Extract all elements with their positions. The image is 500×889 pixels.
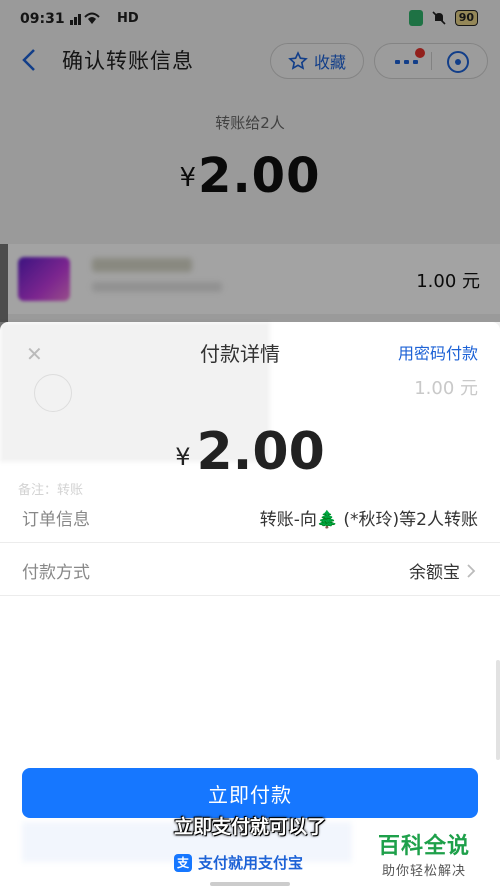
status-right-icons: 90 (408, 10, 478, 26)
ghost-avatar-circle (34, 374, 72, 412)
alipay-logo-icon: 支 (174, 853, 192, 872)
order-info-label: 订单信息 (22, 510, 90, 530)
status-bar: 09:31 HD 90 (0, 0, 500, 40)
alipay-slogan: 支付就用支付宝 (198, 854, 304, 872)
password-pay-link[interactable]: 用密码付款 (398, 340, 478, 364)
sheet-amount-value: 2.00 (196, 422, 325, 482)
payment-method-row[interactable]: 付款方式 余额宝 (0, 543, 500, 596)
mini-program-capsule (374, 43, 488, 79)
page-title: 确认转账信息 (62, 49, 194, 73)
pay-now-button[interactable]: 立即付款 (22, 768, 478, 818)
recipient-card: 1.00 元 (0, 244, 500, 314)
caption-text: 立即支付就可以了 (173, 816, 326, 838)
currency-symbol: ¥ (175, 443, 191, 471)
recipient-account-blurred (92, 282, 222, 292)
favorite-label: 收藏 (313, 53, 346, 72)
battery-indicator: 90 (454, 10, 478, 26)
close-circle-icon[interactable] (445, 49, 471, 79)
order-info-row: 订单信息 转账-向🌲 (*秋玲)等2人转账 (0, 490, 500, 543)
mute-bell-icon (432, 11, 446, 25)
nav-bar: 确认转账信息 收藏 (0, 40, 500, 80)
back-arrow-icon[interactable] (20, 46, 40, 78)
recipient-name-blurred (92, 258, 192, 272)
transfer-amount: ¥2.00 (0, 148, 500, 204)
wifi-icon (70, 12, 100, 25)
payment-method-value: 余额宝 (409, 563, 460, 583)
payment-method-label: 付款方式 (22, 563, 90, 583)
recipient-amount: 1.00 元 (416, 271, 480, 292)
payment-method-value-wrap: 余额宝 (409, 558, 478, 583)
currency-symbol: ¥ (179, 163, 197, 193)
star-icon (288, 51, 308, 70)
favorite-button[interactable]: 收藏 (270, 43, 364, 79)
order-info-value: 转账-向🌲 (*秋玲)等2人转账 (259, 510, 478, 530)
payment-sheet: 1.00 元 ✕ 付款详情 用密码付款 ¥2.00 备注：转账 订单信息 转账-… (0, 322, 500, 889)
home-indicator[interactable] (210, 882, 290, 886)
watermark-title: 百科全说 (378, 834, 471, 859)
scrollbar[interactable] (496, 660, 500, 760)
network-type: HD (117, 11, 139, 26)
chevron-right-icon (467, 563, 476, 578)
notification-dot (415, 48, 425, 58)
watermark-subtitle: 助你轻松解决 (382, 864, 467, 879)
watermark: 百科全说 助你轻松解决 (370, 826, 498, 886)
sheet-amount: ¥2.00 (0, 422, 500, 482)
signal-icon (70, 12, 110, 26)
close-icon[interactable]: ✕ (26, 342, 43, 366)
avatar (18, 257, 70, 301)
alipay-footer: 支 支付就用支付宝 (174, 852, 303, 873)
sheet-title: 付款详情 (200, 342, 280, 366)
ghost-amount: 1.00 元 (414, 378, 478, 399)
capsule-divider (431, 52, 432, 70)
shield-icon (408, 10, 423, 26)
transfer-recipients-count: 转账给2人 (215, 114, 285, 132)
amount-value: 2.00 (198, 148, 321, 204)
status-time: 09:31 (20, 11, 65, 27)
